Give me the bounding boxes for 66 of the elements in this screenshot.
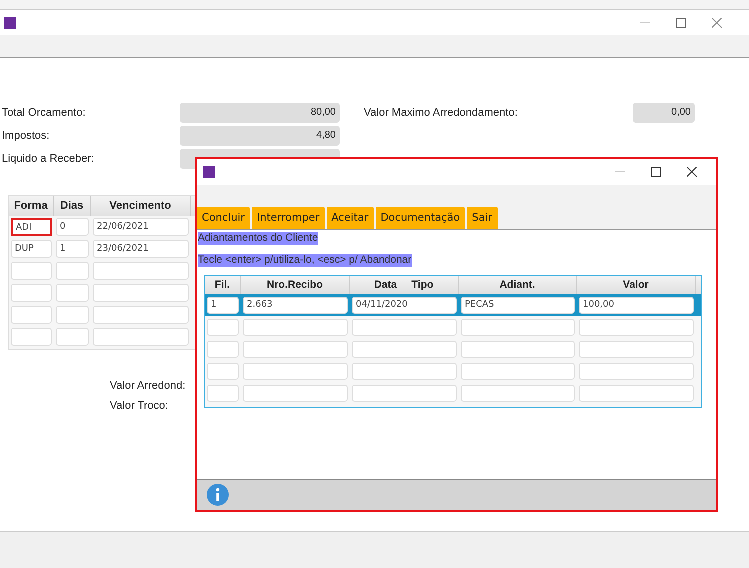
table-cell[interactable] xyxy=(93,284,189,302)
app-icon xyxy=(203,166,215,178)
dialog-heading: Adiantamentos do Cliente xyxy=(198,232,318,245)
toolbar-button[interactable]: Documentação xyxy=(376,207,466,229)
field-label: Valor Arredond: xyxy=(110,380,186,392)
table-cell[interactable]: ADI xyxy=(11,218,52,236)
table-cell[interactable] xyxy=(461,362,575,380)
table-cell[interactable] xyxy=(93,306,189,324)
table-cell[interactable]: 04/11/2020 xyxy=(352,296,457,314)
field-label: Valor Maximo Arredondamento: xyxy=(364,106,519,118)
table-cell[interactable] xyxy=(352,318,457,336)
table-cell[interactable] xyxy=(461,384,575,402)
toolbar-button[interactable]: Concluir xyxy=(197,207,250,229)
toolbar-button[interactable]: Interromper xyxy=(252,207,325,229)
table-cell[interactable]: 0 xyxy=(56,218,89,236)
amount-field: 4,80 xyxy=(180,126,340,146)
table-cell[interactable] xyxy=(93,328,189,346)
table-cell[interactable] xyxy=(207,340,239,358)
field-label: Impostos: xyxy=(1,130,51,142)
field-label: Valor Troco: xyxy=(110,400,170,412)
amount-field: 0,00 xyxy=(633,102,695,122)
table-cell[interactable] xyxy=(56,306,89,324)
table-cell[interactable] xyxy=(243,384,348,402)
table-cell[interactable] xyxy=(461,340,575,358)
table-cell[interactable] xyxy=(207,384,239,402)
table-cell[interactable]: 22/06/2021 xyxy=(93,218,189,236)
table-cell[interactable] xyxy=(579,318,694,336)
table-cell[interactable] xyxy=(352,384,457,402)
table-cell[interactable] xyxy=(56,328,89,346)
table-cell[interactable] xyxy=(56,284,89,302)
field-label: Liquido a Receber: xyxy=(1,152,96,164)
table-cell[interactable]: 100,00 xyxy=(579,296,694,314)
table-cell[interactable] xyxy=(579,384,694,402)
table-cell[interactable]: 1 xyxy=(207,296,239,314)
table-cell[interactable]: 2.663 xyxy=(243,296,348,314)
table-cell[interactable] xyxy=(93,262,189,280)
table-cell[interactable]: 1 xyxy=(56,240,89,258)
table-cell[interactable]: 23/06/2021 xyxy=(93,240,189,258)
table-cell[interactable] xyxy=(11,284,52,302)
column-header: Dias xyxy=(54,196,91,216)
table-cell[interactable] xyxy=(461,318,575,336)
table-cell[interactable]: DUP xyxy=(11,240,52,258)
column-header: Forma xyxy=(9,196,54,216)
table-row[interactable]: 1 2.663 04/11/2020 PECAS 100,00 xyxy=(205,294,701,316)
info-icon[interactable] xyxy=(207,484,229,506)
table-cell[interactable] xyxy=(243,318,348,336)
app-icon xyxy=(4,16,16,28)
table-cell[interactable] xyxy=(243,340,348,358)
table-cell[interactable] xyxy=(243,362,348,380)
table-cell[interactable] xyxy=(352,340,457,358)
table-cell[interactable] xyxy=(207,362,239,380)
field-label: Total Orcamento: xyxy=(1,106,87,118)
table-cell[interactable] xyxy=(56,262,89,280)
table-cell[interactable]: PECAS xyxy=(461,296,575,314)
table-cell[interactable] xyxy=(352,362,457,380)
table-cell[interactable] xyxy=(579,362,694,380)
column-header: Vencimento xyxy=(91,196,191,216)
table-cell[interactable] xyxy=(11,262,52,280)
amount-field: 80,00 xyxy=(180,102,340,122)
hint-text: Tecle <enter> p/utiliza-lo, <esc> p/ Abandonar xyxy=(198,254,412,267)
toolbar-button[interactable]: Sair xyxy=(467,207,498,229)
table-cell[interactable] xyxy=(11,306,52,324)
table-cell[interactable] xyxy=(579,340,694,358)
table-cell[interactable] xyxy=(11,328,52,346)
table-cell[interactable] xyxy=(207,318,239,336)
toolbar-button[interactable]: Aceitar xyxy=(326,207,374,229)
